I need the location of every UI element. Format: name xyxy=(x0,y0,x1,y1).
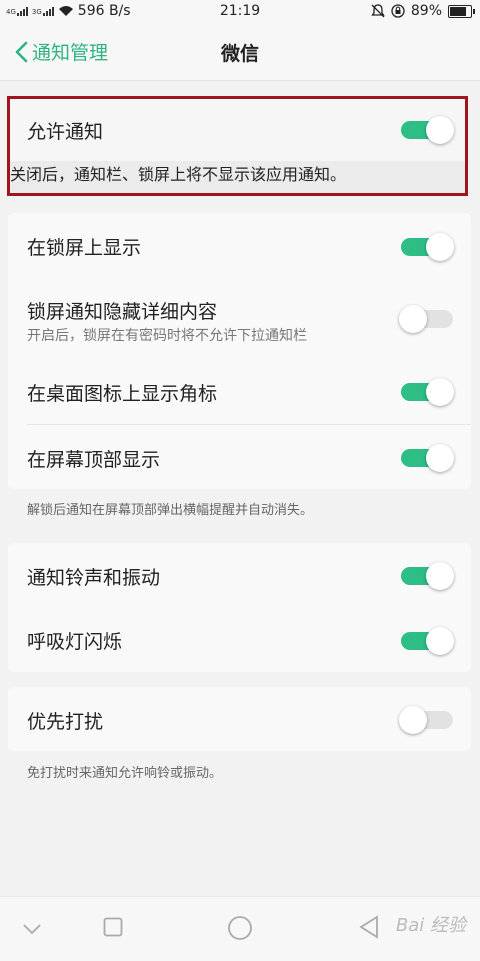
status-right: 89% xyxy=(371,3,475,19)
priority-row[interactable]: 优先打扰 xyxy=(8,687,471,751)
allow-notification-note: 关闭后，通知栏、锁屏上将不显示该应用通知。 xyxy=(10,165,347,184)
breathing-light-toggle[interactable] xyxy=(401,627,454,655)
battery-icon xyxy=(448,4,475,18)
home-circle-icon[interactable] xyxy=(227,915,253,941)
top-banner-toggle[interactable] xyxy=(401,444,454,472)
status-bar: 4G 3G 596 B/s 21:19 89% xyxy=(0,0,480,24)
top-banner-note: 解锁后通知在屏幕顶部弹出横幅提醒并自动消失。 xyxy=(27,503,314,518)
top-banner-label: 在屏幕顶部显示 xyxy=(27,449,161,471)
lockscreen-show-toggle[interactable] xyxy=(401,233,454,261)
breathing-light-row[interactable]: 呼吸灯闪烁 xyxy=(8,607,471,672)
allow-notification-card: 允许通知 关闭后，通知栏、锁屏上将不显示该应用通知。 xyxy=(7,96,468,196)
sound-settings-card: 通知铃声和振动 呼吸灯闪烁 xyxy=(8,543,471,672)
app-bar: 通知管理 微信 xyxy=(0,24,480,81)
priority-label: 优先打扰 xyxy=(27,711,104,733)
hide-details-toggle[interactable] xyxy=(399,305,453,333)
priority-card: 优先打扰 xyxy=(8,687,471,751)
page-title: 微信 xyxy=(220,43,259,65)
recents-square-icon[interactable] xyxy=(103,917,123,937)
ringtone-toggle[interactable] xyxy=(401,562,454,590)
badge-toggle[interactable] xyxy=(401,378,454,406)
back-triangle-icon[interactable] xyxy=(358,915,380,939)
baidu-watermark: Bai 经验 xyxy=(395,915,466,936)
battery-percent: 89% xyxy=(410,3,442,19)
hide-details-sub: 开启后，锁屏在有密码时将不允许下拉通知栏 xyxy=(27,328,307,344)
hide-details-row[interactable]: 锁屏通知隐藏详细内容 开启后，锁屏在有密码时将不允许下拉通知栏 xyxy=(8,279,471,359)
lockscreen-settings-card: 在锁屏上显示 锁屏通知隐藏详细内容 开启后，锁屏在有密码时将不允许下拉通知栏 在… xyxy=(8,213,471,489)
allow-notification-label: 允许通知 xyxy=(27,121,104,143)
badge-row[interactable]: 在桌面图标上显示角标 xyxy=(8,359,471,423)
hide-details-label: 锁屏通知隐藏详细内容 xyxy=(27,301,218,323)
ringtone-row[interactable]: 通知铃声和振动 xyxy=(8,543,471,607)
priority-note: 免打扰时来通知允许响铃或振动。 xyxy=(27,766,223,781)
lockscreen-show-row[interactable]: 在锁屏上显示 xyxy=(8,213,471,279)
priority-toggle[interactable] xyxy=(399,706,453,734)
silent-bell-icon xyxy=(371,4,385,18)
breathing-light-label: 呼吸灯闪烁 xyxy=(27,631,123,653)
chevron-down-icon[interactable] xyxy=(22,923,42,935)
lockscreen-show-label: 在锁屏上显示 xyxy=(27,237,142,259)
allow-notification-note-area: 关闭后，通知栏、锁屏上将不显示该应用通知。 xyxy=(10,161,465,193)
ringtone-label: 通知铃声和振动 xyxy=(27,567,161,589)
allow-notification-row[interactable]: 允许通知 xyxy=(10,99,465,161)
navigation-bar: Bai 经验 xyxy=(0,896,480,961)
top-banner-row[interactable]: 在屏幕顶部显示 xyxy=(8,425,471,489)
allow-notification-toggle[interactable] xyxy=(401,116,454,144)
lock-rotation-icon xyxy=(391,4,405,18)
badge-label: 在桌面图标上显示角标 xyxy=(27,383,218,405)
